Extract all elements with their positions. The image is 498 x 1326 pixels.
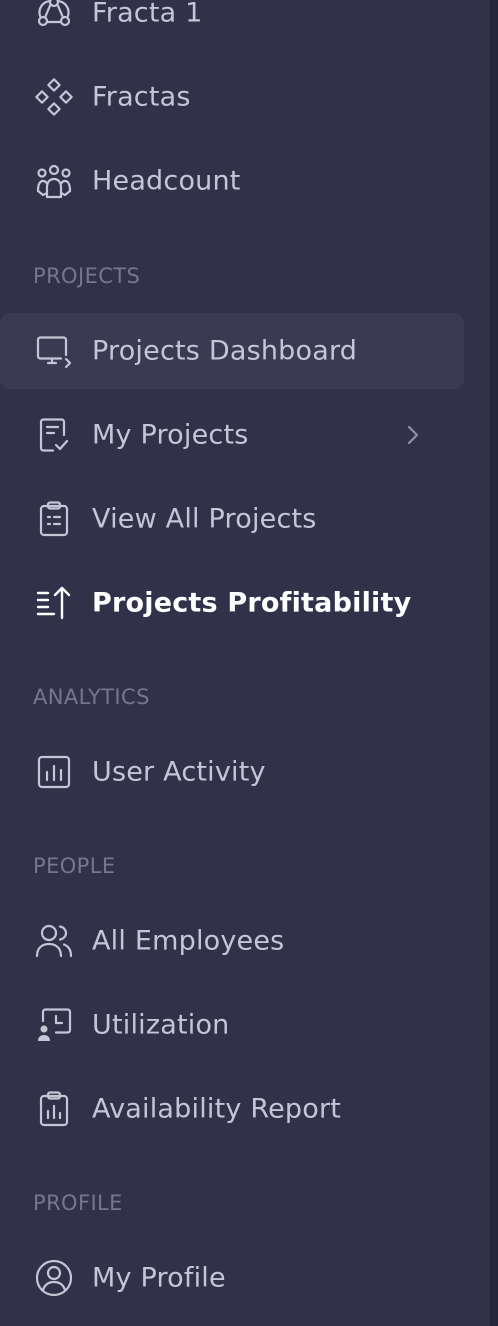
nav-item-projects-dashboard[interactable]: Projects Dashboard — [0, 313, 464, 389]
nav-item-label: Headcount — [92, 165, 241, 197]
nav-item-availability-report[interactable]: Availability Report — [0, 1071, 464, 1147]
nav-item-fractas[interactable]: Fractas — [0, 59, 464, 135]
section-header-analytics: ANALYTICS — [33, 685, 150, 709]
nav-item-my-profile[interactable]: My Profile — [0, 1240, 464, 1316]
section-header-profile: PROFILE — [33, 1191, 123, 1215]
nav-item-label: Fracta 1 — [92, 0, 203, 29]
nav-item-fracta-1[interactable]: Fracta 1 — [0, 0, 464, 51]
nav-item-label: My Projects — [92, 419, 249, 451]
chevron-right-icon — [402, 424, 424, 446]
document-check-icon — [34, 415, 74, 455]
monitor-icon — [34, 331, 74, 371]
nav-item-all-employees[interactable]: All Employees — [0, 903, 464, 979]
nav-item-label: Projects Dashboard — [92, 335, 358, 367]
fractas-diamond-icon — [34, 77, 74, 117]
nav-item-label: User Activity — [92, 756, 266, 788]
nav-item-label: My Profile — [92, 1262, 226, 1294]
users-icon — [34, 921, 74, 961]
nav-item-label: Utilization — [92, 1009, 230, 1041]
nav-item-label: Projects Profitability — [92, 587, 412, 619]
bar-chart-icon — [34, 752, 74, 792]
section-header-projects: PROJECTS — [33, 264, 141, 288]
utilization-icon — [34, 1005, 74, 1045]
clipboard-list-icon — [34, 499, 74, 539]
nav-item-label: Availability Report — [92, 1093, 342, 1125]
user-circle-icon — [34, 1258, 74, 1298]
nav-item-label: All Employees — [92, 925, 285, 957]
nav-item-label: View All Projects — [92, 503, 317, 535]
nav-item-label: Fractas — [92, 81, 191, 113]
nav-item-headcount[interactable]: Headcount — [0, 143, 464, 219]
sidebar-scroll-edge — [490, 0, 498, 1326]
nav-item-utilization[interactable]: Utilization — [0, 987, 464, 1063]
nav-item-view-all-projects[interactable]: View All Projects — [0, 481, 464, 557]
section-header-people: PEOPLE — [33, 854, 116, 878]
nav-item-projects-profitability[interactable]: Projects Profitability — [0, 565, 464, 641]
nav-item-my-projects[interactable]: My Projects — [0, 397, 464, 473]
fracta-network-icon — [34, 0, 74, 33]
nav-item-user-activity[interactable]: User Activity — [0, 734, 464, 810]
sort-arrow-up-icon — [34, 583, 74, 623]
headcount-people-icon — [34, 161, 74, 201]
sidebar-nav: Fracta 1 Fractas Headcount PROJECTS Proj… — [0, 0, 498, 1326]
clipboard-chart-icon — [34, 1089, 74, 1129]
